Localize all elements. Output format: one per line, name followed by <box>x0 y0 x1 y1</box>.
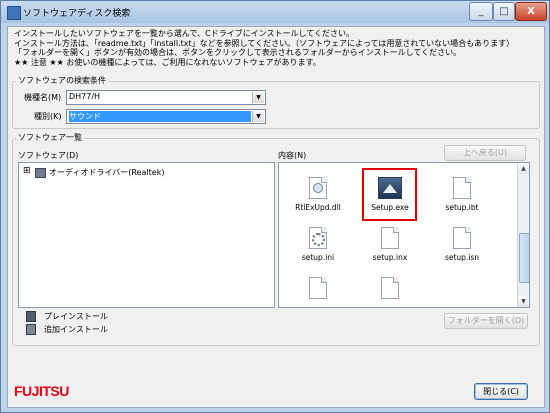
add-install-icon <box>26 324 36 335</box>
file-icon <box>453 177 471 199</box>
type-select[interactable]: サウンド ▼ <box>66 109 266 124</box>
dialog-body: インストールしたいソフトウェアを一覧から選んで、Cドライブにインストールしてくだ… <box>7 26 545 408</box>
file-item-partial[interactable] <box>287 277 349 299</box>
file-name: setup.ini <box>301 253 335 262</box>
scrollbar-thumb[interactable] <box>519 233 529 283</box>
software-tree: ⊞ オーディオドライバー(Realtek) <box>18 162 275 308</box>
content-header: 内容(N) <box>278 151 307 160</box>
file-name: setup.isn <box>444 253 480 262</box>
file-item-partial[interactable] <box>359 277 421 299</box>
window-title: ソフトウェアディスク検索 <box>23 9 131 19</box>
software-header: ソフトウェア(D) <box>18 151 79 160</box>
intro-line: インストールしたいソフトウェアを一覧から選んで、Cドライブにインストールしてくだ… <box>14 29 355 38</box>
file-name: setup.ibt <box>445 203 479 212</box>
close-window-button[interactable]: X <box>515 2 547 21</box>
model-label: 機種名(M) <box>24 93 62 102</box>
scroll-up-icon[interactable]: ▲ <box>518 163 529 174</box>
driver-package-icon <box>35 168 46 178</box>
title-bar: ソフトウェアディスク検索 _ □ X <box>1 1 549 23</box>
content-scrollbar[interactable]: ▲ ▼ <box>517 163 529 307</box>
file-item[interactable]: setup.isn <box>431 227 493 262</box>
type-label: 種別(K) <box>34 112 62 121</box>
chevron-down-icon[interactable]: ▼ <box>252 111 264 122</box>
legend-label: 追加インストール <box>44 325 108 334</box>
minimize-button[interactable]: _ <box>469 2 493 21</box>
close-button[interactable]: 閉じる(C) <box>474 383 528 400</box>
intro-line: インストール方法は、「readme.txt」「install.txt」などを参照… <box>14 38 515 48</box>
file-icon <box>309 277 327 299</box>
file-item[interactable]: setup.ini <box>287 227 349 262</box>
intro-text: インストールしたいソフトウェアを一覧から選んで、Cドライブにインストールしてくだ… <box>14 29 514 67</box>
up-back-button[interactable]: 上へ戻る(U) <box>444 145 526 161</box>
open-folder-button[interactable]: フォルダーを開く(O) <box>444 313 528 329</box>
file-name: setup.inx <box>372 253 408 262</box>
setup-exe-highlight-frame <box>362 168 417 221</box>
model-select[interactable]: DH77/H ▼ <box>66 90 266 105</box>
maximize-button[interactable]: □ <box>493 2 515 21</box>
file-icon <box>453 227 471 249</box>
app-icon <box>7 6 21 20</box>
preinstall-icon <box>26 311 36 322</box>
legend-item: 追加インストール <box>26 323 226 335</box>
file-item[interactable]: RtlExUpd.dll <box>287 177 349 212</box>
file-item[interactable]: setup.inx <box>359 227 421 262</box>
software-list-label: ソフトウェア一覧 <box>16 132 84 143</box>
legend-label: プレインストール <box>44 312 108 321</box>
ini-settings-icon <box>309 227 327 249</box>
file-item[interactable]: setup.ibt <box>431 177 493 212</box>
model-value: DH77/H <box>69 92 101 101</box>
dll-icon <box>309 177 327 199</box>
tree-item[interactable]: ⊞ オーディオドライバー(Realtek) <box>23 166 263 178</box>
legend-item: プレインストール <box>26 310 226 322</box>
chevron-down-icon[interactable]: ▼ <box>252 92 264 103</box>
app-window: ソフトウェアディスク検索 _ □ X インストールしたいソフトウェアを一覧から選… <box>0 0 550 413</box>
intro-line: 「フォルダーを開く」ボタンが有効の場合は、ボタンをクリックして表示されるフォルダ… <box>14 48 462 57</box>
scroll-down-icon[interactable]: ▼ <box>518 296 529 307</box>
fujitsu-logo: FUJITSU <box>14 383 69 399</box>
tree-item-label: オーディオドライバー(Realtek) <box>49 168 165 177</box>
file-name: RtlExUpd.dll <box>295 203 341 212</box>
type-value: サウンド <box>69 112 101 121</box>
expand-icon[interactable]: ⊞ <box>23 166 31 176</box>
file-icon <box>381 227 399 249</box>
search-conditions-label: ソフトウェアの検索条件 <box>16 75 108 86</box>
intro-line: ★★ 注意 ★★ お使いの機種によっては、ご利用になれないソフトウェアがあります… <box>14 57 321 67</box>
file-icon <box>381 277 399 299</box>
